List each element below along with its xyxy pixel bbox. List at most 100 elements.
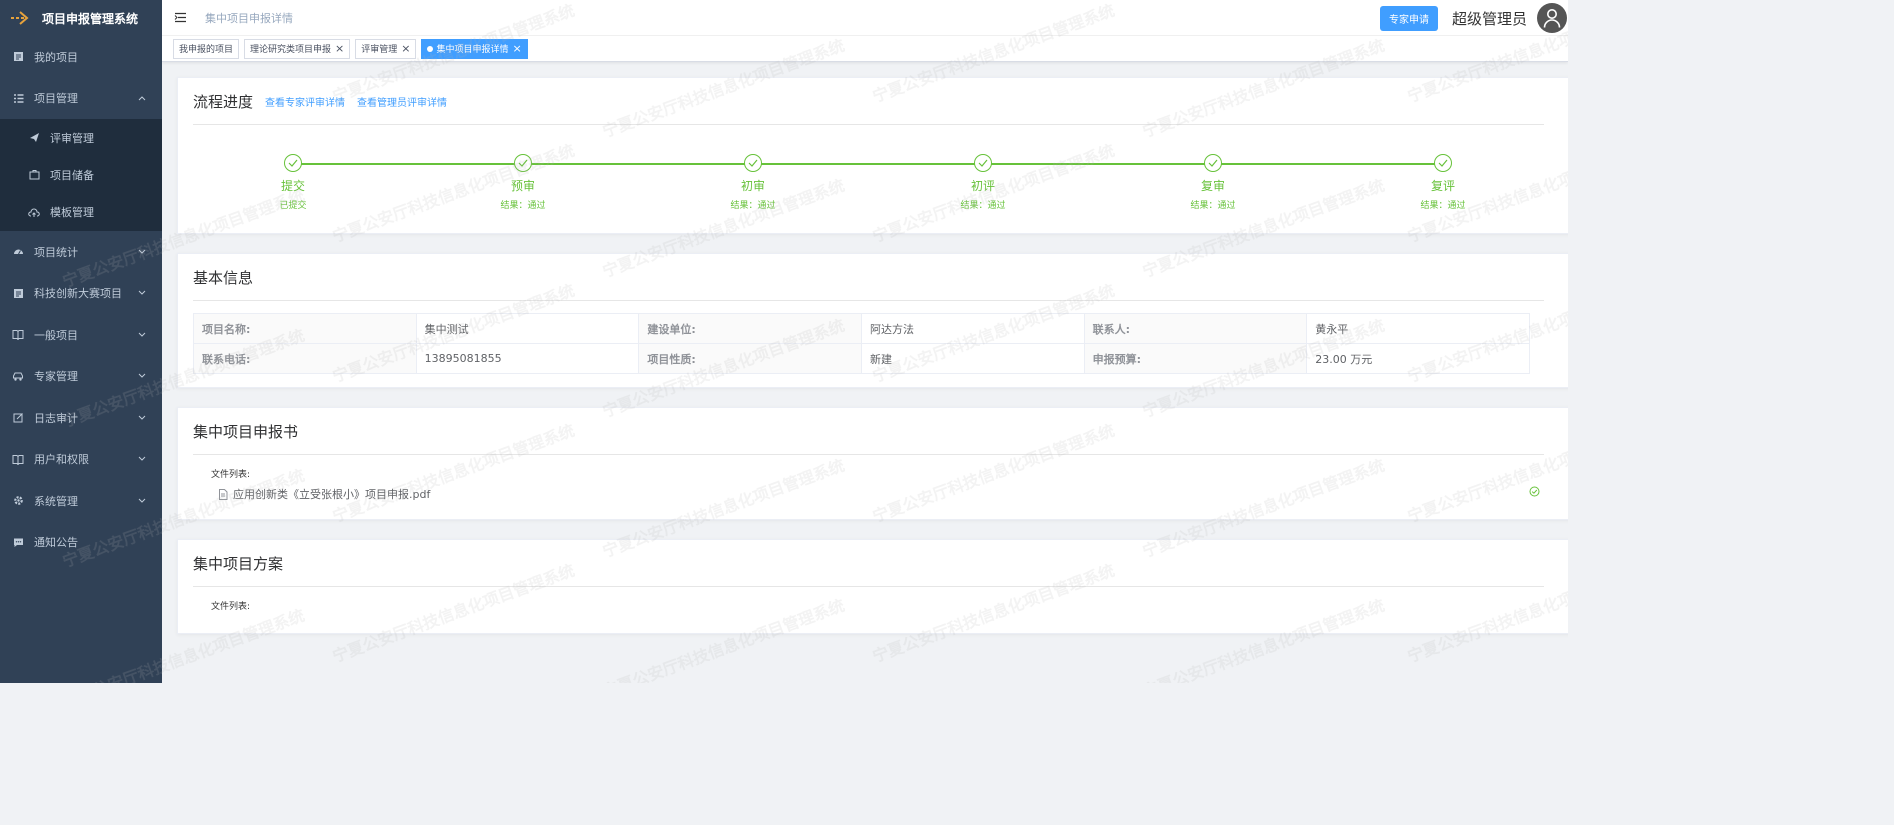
- step-title: 初评: [970, 179, 995, 193]
- sidebar-item-label: 系统管理: [34, 494, 78, 508]
- check-icon: [1434, 154, 1452, 172]
- check-icon: [974, 154, 992, 172]
- submenu-project-management: 评审管理 项目储备 模板管理: [0, 119, 162, 231]
- chevron-down-icon: [138, 415, 146, 420]
- step-title: 复评: [1430, 179, 1455, 193]
- field-label: 联系人:: [1083, 313, 1308, 344]
- hamburger-toggle[interactable]: [174, 12, 187, 23]
- navbar: 集中项目申报详情 专家申请 超级管理员: [162, 0, 1568, 36]
- sidebar-item-label: 科技创新大赛项目: [34, 287, 122, 301]
- step-title: 初审: [740, 179, 765, 193]
- sidebar: 项目申报管理系统 我的项目 项目管理 评审管理 项目储备 模板管理 项目统计 科…: [0, 0, 162, 683]
- file-icon: [219, 488, 228, 500]
- sidebar-item-notices[interactable]: 通知公告: [0, 521, 162, 563]
- sidebar-item-expert-management[interactable]: 专家管理: [0, 355, 162, 397]
- sidebar-item-label: 我的项目: [34, 50, 78, 64]
- check-icon: [744, 154, 762, 172]
- table-row: 项目名称: 集中测试 建设单位: 阿达方法 联系人: 黄永平: [193, 313, 1530, 344]
- tag-label: 理论研究类项目申报: [250, 45, 332, 55]
- user-icon: [1543, 9, 1561, 28]
- sidebar-item-system-management[interactable]: 系统管理: [0, 480, 162, 522]
- step-re-review: 复审 结果：通过: [1153, 154, 1273, 211]
- main-area: 集中项目申报详情 专家申请 超级管理员 我申报的项目 理论研究类项目申报 × 评审…: [162, 0, 1568, 683]
- basic-info-card: 基本信息 项目名称: 集中测试 建设单位: 阿达方法 联系人: 黄永平 联系电话…: [177, 253, 1568, 388]
- chevron-down-icon: [138, 373, 146, 378]
- tag-review-management[interactable]: 评审管理 ×: [355, 38, 417, 59]
- active-dot-icon: [427, 45, 434, 52]
- step-title: 提交: [280, 179, 305, 193]
- chevron-down-icon: [138, 456, 146, 461]
- progress-steps: 提交 已提交 预审 结果：通过 初审 结果：通过 初评 结果：通过 复审 结果：…: [178, 125, 1568, 235]
- sidebar-item-project-reserve[interactable]: 项目储备: [0, 156, 162, 193]
- sidebar-item-label: 一般项目: [34, 328, 78, 342]
- expert-apply-button[interactable]: 专家申请: [1379, 5, 1438, 31]
- step-desc: 结果：通过: [960, 201, 1006, 211]
- list-icon: [12, 92, 24, 104]
- tag-label: 评审管理: [361, 45, 398, 55]
- book-icon: [12, 329, 24, 341]
- sidebar-item-project-management[interactable]: 项目管理: [0, 78, 162, 120]
- sidebar-item-label: 专家管理: [34, 370, 78, 384]
- step-desc: 结果：通过: [1190, 201, 1236, 211]
- sidebar-item-general-projects[interactable]: 一般项目: [0, 314, 162, 356]
- file-item[interactable]: 应用创新类《立受张根小》项目申报.pdf: [218, 486, 1568, 502]
- field-value: 新建: [861, 343, 1085, 374]
- field-label: 联系电话:: [193, 343, 417, 374]
- cloud-upload-icon: [28, 206, 40, 218]
- tag-theory-research[interactable]: 理论研究类项目申报 ×: [244, 38, 351, 59]
- sidebar-item-my-projects[interactable]: 我的项目: [0, 36, 162, 78]
- plan-title: 集中项目方案: [193, 554, 284, 573]
- document-icon: [12, 51, 24, 63]
- step-first-review: 初审 结果：通过: [693, 154, 813, 211]
- sidebar-item-label: 用户和权限: [34, 453, 89, 467]
- chevron-down-icon: [138, 332, 146, 337]
- sidebar-item-label: 评审管理: [50, 131, 94, 145]
- tag-my-declared-projects[interactable]: 我申报的项目: [173, 38, 240, 59]
- sidebar-item-label: 项目储备: [50, 168, 94, 182]
- sidebar-item-template-management[interactable]: 模板管理: [0, 194, 162, 231]
- file-name[interactable]: 应用创新类《立受张根小》项目申报.pdf: [233, 486, 430, 502]
- file-list-label: 文件列表:: [211, 470, 251, 480]
- chevron-down-icon: [138, 290, 146, 295]
- step-pre-review: 预审 结果：通过: [463, 154, 583, 211]
- step-desc: 已提交: [279, 201, 307, 211]
- field-value: 13895081855: [415, 343, 640, 374]
- sidebar-item-label: 日志审计: [34, 411, 78, 425]
- sidebar-item-innovation-contest[interactable]: 科技创新大赛项目: [0, 272, 162, 314]
- step-desc: 结果：通过: [1420, 201, 1466, 211]
- close-icon[interactable]: ×: [335, 42, 344, 55]
- view-admin-review-link[interactable]: 查看管理员评审详情: [357, 94, 447, 109]
- sidebar-item-users-permissions[interactable]: 用户和权限: [0, 438, 162, 480]
- step-first-evaluation: 初评 结果：通过: [923, 154, 1043, 211]
- check-icon: [284, 154, 302, 172]
- gear-icon: [12, 495, 24, 507]
- step-title: 复审: [1200, 179, 1225, 193]
- field-label: 建设单位:: [638, 313, 863, 344]
- sidebar-item-log-audit[interactable]: 日志审计: [0, 397, 162, 439]
- chevron-down-icon: [138, 498, 146, 503]
- basic-info-header: 基本信息: [193, 254, 1544, 301]
- declaration-header: 集中项目申报书: [193, 408, 1544, 455]
- avatar[interactable]: [1537, 3, 1567, 33]
- book-icon: [12, 453, 24, 465]
- message-icon: [12, 536, 24, 548]
- edit-icon: [12, 412, 24, 424]
- basic-info-title: 基本信息: [193, 268, 254, 287]
- field-label: 项目性质:: [638, 343, 863, 374]
- breadcrumb[interactable]: 集中项目申报详情: [205, 10, 293, 26]
- close-icon[interactable]: ×: [401, 42, 410, 55]
- app-brand[interactable]: 项目申报管理系统: [0, 0, 162, 36]
- chevron-up-icon: [138, 96, 146, 101]
- tag-centralized-detail[interactable]: 集中项目申报详情 ×: [421, 38, 528, 59]
- view-expert-review-link[interactable]: 查看专家评审详情: [265, 94, 345, 109]
- app-title: 项目申报管理系统: [42, 11, 139, 26]
- dashboard-icon: [12, 246, 24, 258]
- sidebar-item-review-management[interactable]: 评审管理: [0, 119, 162, 156]
- declaration-title: 集中项目申报书: [193, 422, 299, 441]
- username[interactable]: 超级管理员: [1452, 8, 1527, 29]
- field-value: 集中测试: [415, 313, 640, 344]
- sidebar-item-project-statistics[interactable]: 项目统计: [0, 231, 162, 273]
- step-title: 预审: [510, 179, 535, 193]
- close-icon[interactable]: ×: [513, 42, 522, 55]
- document-icon: [12, 287, 24, 299]
